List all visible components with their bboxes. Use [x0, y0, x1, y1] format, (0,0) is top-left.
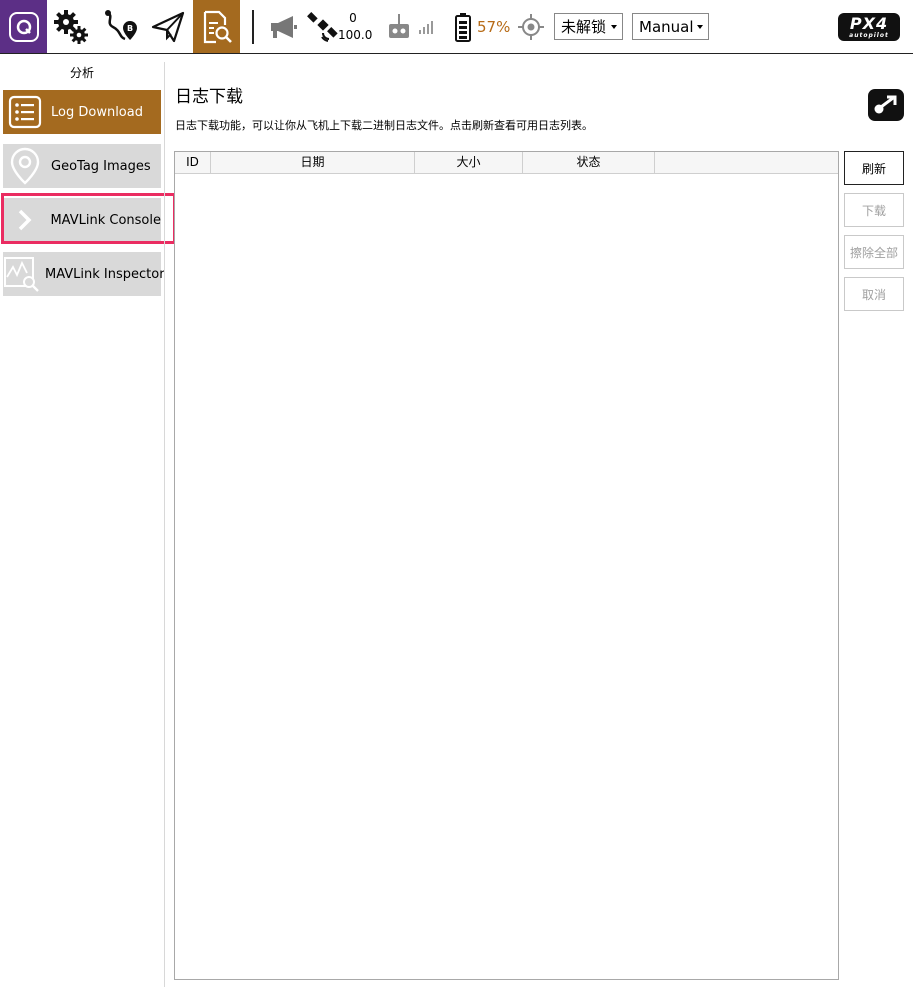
signal-bars-icon — [419, 20, 433, 34]
arm-status-label: 未解锁 — [561, 18, 607, 36]
sidebar-title: 分析 — [69, 66, 94, 80]
log-table-header: ID 日期 大小 状态 — [175, 152, 838, 174]
toolbar-divider — [252, 10, 254, 44]
popout-icon — [874, 95, 897, 114]
list-icon — [3, 90, 47, 134]
analyze-button[interactable] — [193, 0, 240, 53]
gps-hdop-value: 100.0 — [338, 28, 373, 42]
arm-status-dropdown[interactable]: 未解锁 — [554, 13, 623, 40]
px4-logo-text: PX4 — [849, 13, 889, 33]
map-pin-icon — [3, 144, 47, 188]
px4-logo-subtext: autopilot — [849, 31, 889, 39]
analyze-document-icon — [203, 10, 232, 43]
battery-icon — [455, 12, 471, 42]
signal-strength — [418, 0, 436, 53]
megaphone-icon — [271, 15, 297, 38]
qgc-logo-icon — [8, 11, 39, 42]
svg-text:B: B — [127, 24, 133, 33]
download-button[interactable]: 下载 — [844, 193, 904, 227]
flight-mode-label: Manual — [639, 17, 694, 36]
fly-button[interactable] — [148, 0, 188, 53]
dropdown-arrow-icon — [611, 25, 617, 29]
rc-rssi-indicator[interactable] — [385, 0, 413, 53]
page-title: 日志下载 — [175, 87, 243, 107]
battery-percent: 57% — [477, 18, 511, 36]
sidebar-item-mavlink-inspector[interactable]: MAVLink Inspector — [3, 252, 165, 296]
popout-window-button[interactable] — [868, 89, 904, 121]
gps-satellite-count: 0 — [349, 11, 357, 25]
sidebar-divider — [164, 62, 165, 987]
cancel-button[interactable]: 取消 — [844, 277, 904, 311]
crosshair-icon — [518, 13, 544, 40]
top-toolbar: B 0 100.0 57% 未解锁 Manual PX4 autopilot — [0, 0, 913, 54]
erase-all-button[interactable]: 擦除全部 — [844, 235, 904, 269]
messages-indicator[interactable] — [266, 0, 300, 53]
settings-button[interactable] — [51, 0, 91, 53]
log-table: ID 日期 大小 状态 — [174, 151, 839, 980]
battery-indicator[interactable] — [451, 0, 475, 53]
page-description: 日志下载功能，可以让你从飞机上下载二进制日志文件。点击刷新查看可用日志列表。 — [175, 119, 593, 132]
column-header-size[interactable]: 大小 — [415, 152, 523, 173]
sidebar-item-label: Log Download — [51, 104, 143, 120]
sidebar-item-label: MAVLink Inspector — [45, 266, 165, 282]
flight-mode-dropdown[interactable]: Manual — [632, 13, 709, 40]
chart-search-icon — [3, 252, 41, 296]
rc-transmitter-icon — [389, 13, 409, 38]
column-header-id[interactable]: ID — [175, 152, 211, 173]
px4-logo: PX4 autopilot — [838, 13, 900, 41]
sidebar-item-label: GeoTag Images — [51, 158, 151, 174]
dropdown-arrow-icon — [697, 25, 703, 29]
qgc-logo-button[interactable] — [0, 0, 47, 53]
route-plan-icon: B — [105, 9, 137, 40]
column-header-status[interactable]: 状态 — [523, 152, 655, 173]
plan-button[interactable]: B — [100, 0, 142, 53]
gps-rtk-indicator[interactable] — [516, 0, 546, 53]
refresh-button[interactable]: 刷新 — [844, 151, 904, 185]
sidebar-item-log-download[interactable]: Log Download — [3, 90, 161, 134]
gears-icon — [54, 9, 88, 44]
satellite-icon — [307, 11, 338, 42]
sidebar-item-geotag-images[interactable]: GeoTag Images — [3, 144, 161, 188]
gps-indicator[interactable] — [305, 0, 339, 53]
paper-plane-icon — [151, 11, 185, 42]
selection-highlight — [1, 193, 176, 244]
column-header-date[interactable]: 日期 — [211, 152, 415, 173]
